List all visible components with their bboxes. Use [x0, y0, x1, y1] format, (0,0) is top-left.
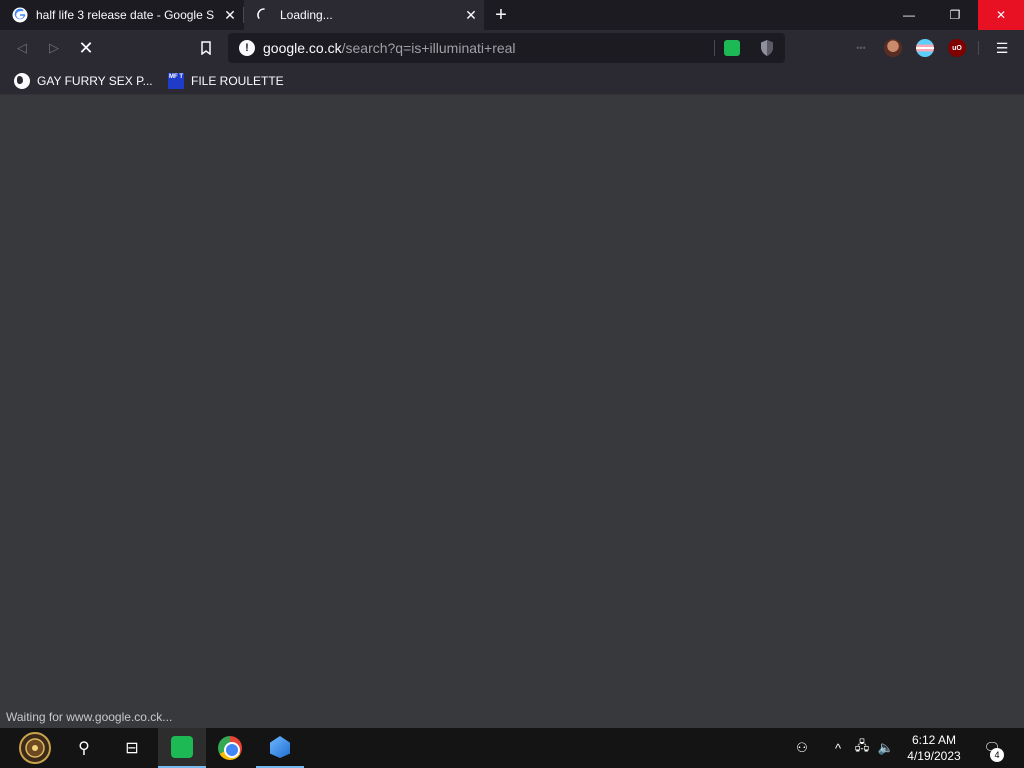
taskbar-app-green[interactable]	[158, 728, 206, 768]
tab-close-icon[interactable]: ✕	[219, 4, 241, 26]
google-g-icon	[12, 7, 28, 23]
bookmark-item[interactable]: MF T FILE ROULETTE	[168, 71, 284, 91]
green-extension-icon[interactable]	[724, 40, 740, 56]
status-text: Waiting for www.google.co.ck...	[0, 708, 179, 728]
menu-button[interactable]: ☰	[992, 36, 1012, 60]
blue-app-icon	[270, 736, 290, 758]
site-info-icon[interactable]: !	[239, 40, 255, 56]
stop-loading-button[interactable]: ✕	[74, 36, 98, 60]
tab-google-search[interactable]: half life 3 release date - Google S ✕	[0, 0, 243, 30]
page-content-area[interactable]	[0, 96, 1024, 728]
tab-strip: half life 3 release date - Google S ✕ Lo…	[0, 0, 1024, 30]
tab-loading[interactable]: Loading... ✕	[244, 0, 484, 30]
tab-close-icon[interactable]: ✕	[460, 4, 482, 26]
trans-flag-icon[interactable]	[916, 39, 934, 57]
bookmark-item[interactable]: GAY FURRY SEX P...	[14, 71, 153, 91]
bookmark-label: FILE ROULETTE	[191, 74, 284, 88]
clock-date: 4/19/2023	[907, 749, 961, 763]
avatar-icon[interactable]	[884, 39, 902, 57]
new-tab-button[interactable]: +	[490, 4, 512, 26]
ublock-icon[interactable]: uO	[948, 39, 966, 57]
notification-count-badge: 4	[990, 748, 1004, 762]
search-icon[interactable]: ⚲	[60, 728, 108, 768]
navigation-toolbar: ◁ ▷ ✕ ! google.co.ck /search?q=is+illumi…	[0, 30, 1024, 66]
loading-spinner-icon	[257, 8, 265, 19]
back-button[interactable]: ◁	[10, 36, 34, 60]
bookmark-page-button[interactable]	[194, 36, 218, 60]
task-view-icon[interactable]: ⊟	[108, 728, 156, 768]
url-domain: google.co.ck	[263, 40, 342, 56]
close-window-button[interactable]: ✕	[978, 0, 1024, 30]
shield-icon[interactable]	[760, 39, 774, 57]
chevron-up-icon[interactable]: ^	[830, 728, 846, 768]
tab-title: half life 3 release date - Google S	[36, 8, 215, 22]
mft-icon: MF T	[168, 73, 184, 89]
url-divider	[714, 40, 715, 56]
volume-muted-icon[interactable]: 🔈	[876, 728, 896, 768]
taskbar-app-chrome[interactable]	[206, 728, 254, 768]
start-button-icon[interactable]	[10, 731, 60, 765]
maximize-button[interactable]: ❐	[932, 0, 978, 30]
chrome-icon	[218, 736, 242, 760]
clock[interactable]: 6:12 AM 4/19/2023	[898, 728, 970, 768]
toolbar-divider	[978, 41, 979, 55]
screen: half life 3 release date - Google S ✕ Lo…	[0, 0, 1024, 768]
taskbar: ⚲ ⊟ ⚇ ^ 🖧 🔈 6:12 AM 4/19/2023 🗨 4	[0, 728, 1024, 768]
forward-button[interactable]: ▷	[42, 36, 66, 60]
clock-time: 6:12 AM	[911, 733, 957, 747]
bookmark-label: GAY FURRY SEX P...	[37, 74, 153, 88]
network-icon[interactable]: 🖧	[852, 728, 872, 768]
minimize-button[interactable]: —	[886, 0, 932, 30]
taskbar-app-blue[interactable]	[256, 728, 304, 768]
bookmarks-bar: GAY FURRY SEX P... MF T FILE ROULETTE	[0, 66, 1024, 95]
address-bar[interactable]: ! google.co.ck /search?q=is+illuminati+r…	[228, 33, 785, 63]
dots-icon[interactable]: •••	[852, 39, 870, 57]
url-path: /search?q=is+illuminati+real	[341, 40, 516, 56]
people-icon[interactable]: ⚇	[790, 728, 814, 768]
bookmark-icon	[201, 41, 211, 55]
green-app-icon	[171, 736, 193, 758]
globe-icon	[14, 73, 30, 89]
tab-title: Loading...	[280, 8, 333, 22]
